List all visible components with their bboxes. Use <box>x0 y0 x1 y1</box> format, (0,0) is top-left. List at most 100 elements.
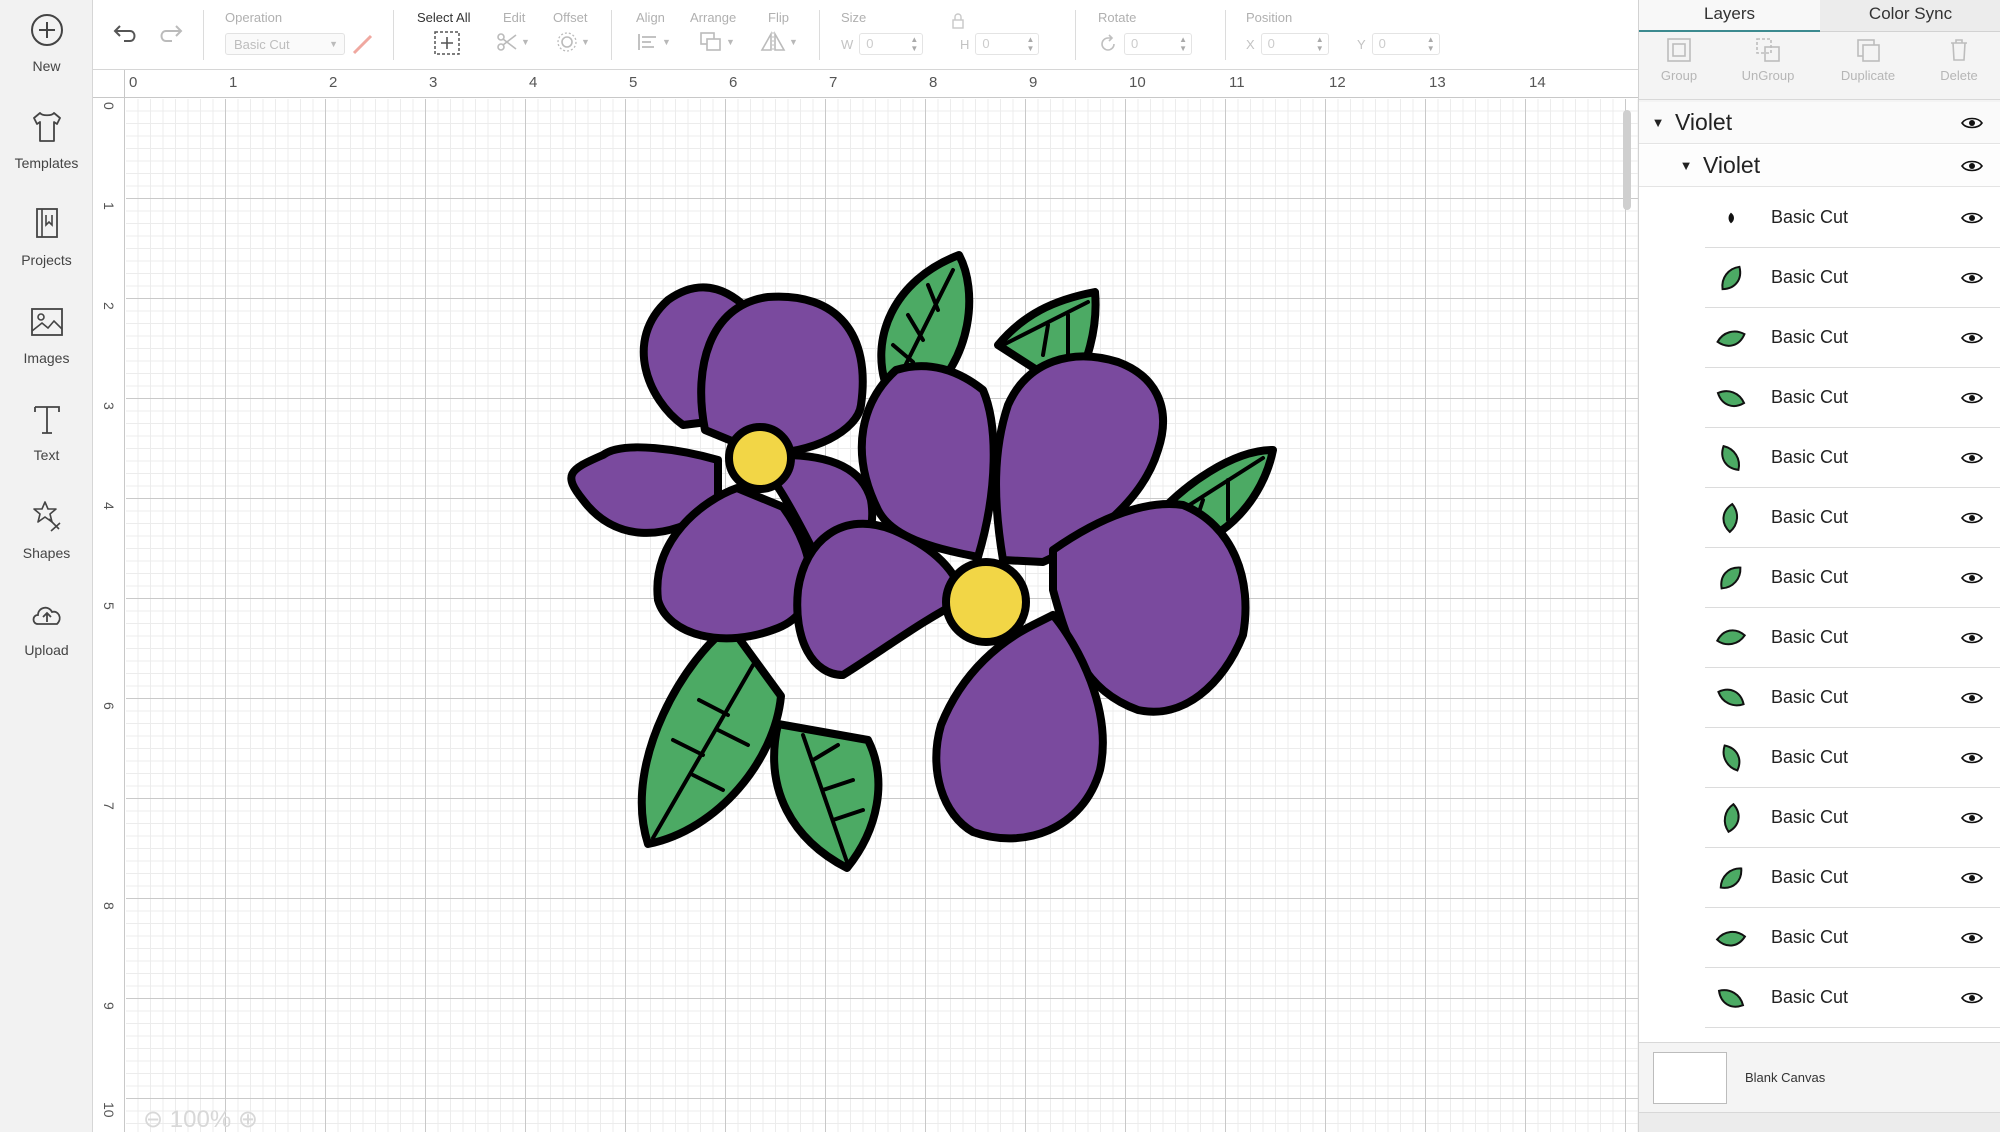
layer-row[interactable]: Basic Cut <box>1705 908 2000 968</box>
eye-icon[interactable] <box>1961 331 1983 345</box>
eye-icon[interactable] <box>1961 271 1983 285</box>
eye-icon[interactable] <box>1961 991 1983 1005</box>
layer-row[interactable]: Basic Cut <box>1705 848 2000 908</box>
duplicate-icon <box>1857 39 1880 62</box>
chevron-down-icon: ▼ <box>789 37 798 47</box>
layer-row[interactable]: Basic Cut <box>1705 668 2000 728</box>
design-canvas[interactable]: 0 1 2 3 4 5 6 7 8 9 10 11 12 13 14 0 1 2 3 4 5 6 7 8 9 10 <box>93 70 1638 1132</box>
eye-icon[interactable] <box>1961 631 1983 645</box>
eye-icon[interactable] <box>1961 116 1983 130</box>
eye-icon[interactable] <box>1961 511 1983 525</box>
eye-icon[interactable] <box>1961 931 1983 945</box>
tshirt-icon <box>32 112 61 142</box>
position-y-field[interactable]: Y 0 ▲ ▼ <box>1357 33 1440 55</box>
tab-color-sync[interactable]: Color Sync <box>1820 0 2000 32</box>
zoom-out-icon[interactable]: ⊖ <box>143 1106 163 1132</box>
rotate-field[interactable]: 0 ▲ ▼ <box>1098 33 1192 55</box>
layer-thumbnail-icon <box>1711 498 1751 538</box>
edit-button[interactable]: ▼ <box>495 30 530 54</box>
eye-icon[interactable] <box>1961 811 1983 825</box>
blank-canvas-label: Blank Canvas <box>1745 1070 1826 1085</box>
size-height-field[interactable]: H 0 ▲ ▼ <box>960 33 1040 55</box>
size-width-value: 0 <box>866 36 874 51</box>
size-width-field[interactable]: W 0 ▲ ▼ <box>841 33 924 55</box>
sidebar-item-images[interactable]: Images <box>0 302 93 392</box>
spinner-icon[interactable]: ▲ ▼ <box>1316 35 1324 53</box>
offset-label: Offset <box>553 10 588 25</box>
eye-icon[interactable] <box>1961 451 1983 465</box>
redo-icon <box>160 25 183 42</box>
layer-row[interactable]: Basic Cut <box>1705 368 2000 428</box>
eye-icon[interactable] <box>1961 751 1983 765</box>
redo-button[interactable] <box>155 18 185 48</box>
leaf-bottom-left[interactable] <box>637 622 785 848</box>
layer-row[interactable]: Basic Cut <box>1705 308 2000 368</box>
eye-icon[interactable] <box>1961 691 1983 705</box>
layer-row[interactable]: Basic Cut <box>1705 548 2000 608</box>
layer-row[interactable]: Basic Cut <box>1705 248 2000 308</box>
layer-row[interactable]: Basic Cut <box>1705 188 2000 248</box>
edit-label: Edit <box>503 10 526 25</box>
zoom-control[interactable]: ⊖ 100% ⊕ <box>143 1105 258 1132</box>
operation-select[interactable]: Basic Cut ▼ <box>225 33 345 55</box>
undo-button[interactable] <box>111 18 141 48</box>
chevron-down-icon: ▼ <box>581 37 590 47</box>
sidebar-item-upload[interactable]: Upload <box>0 594 93 684</box>
layer-subgroup-violet[interactable]: ▼ Violet <box>1639 145 2000 187</box>
layer-name: Basic Cut <box>1771 867 1849 887</box>
spinner-icon[interactable]: ▲ ▼ <box>1179 35 1187 53</box>
chevron-down-icon: ▼ <box>726 37 735 47</box>
delete-button[interactable]: Delete <box>1919 36 1999 83</box>
vertical-scrollbar[interactable] <box>1623 110 1631 210</box>
flip-button[interactable]: ▼ <box>759 30 798 54</box>
spinner-icon[interactable]: ▲ ▼ <box>910 35 918 53</box>
panel-actions: Group UnGroup Duplicate Delete <box>1639 32 2000 100</box>
group-button[interactable]: Group <box>1639 36 1719 83</box>
layer-thumbnail-icon <box>1711 978 1751 1018</box>
sidebar-item-shapes[interactable]: Shapes <box>0 497 93 587</box>
layer-group-violet[interactable]: ▼ Violet <box>1639 102 2000 144</box>
blank-canvas-swatch[interactable] <box>1653 1051 1727 1104</box>
sidebar-item-projects[interactable]: Projects <box>0 204 93 294</box>
arrange-button[interactable]: ▼ <box>698 30 735 54</box>
layer-name: Basic Cut <box>1771 987 1849 1007</box>
caret-down-icon[interactable]: ▼ <box>1649 115 1667 130</box>
sidebar-item-text[interactable]: Text <box>0 399 93 489</box>
eye-icon[interactable] <box>1961 211 1983 225</box>
pen-color-button[interactable] <box>351 32 375 56</box>
violet-artwork[interactable] <box>93 70 1638 1132</box>
caret-down-icon[interactable]: ▼ <box>1677 158 1695 173</box>
layer-row[interactable]: Basic Cut <box>1705 608 2000 668</box>
spinner-icon[interactable]: ▲ ▼ <box>1026 35 1034 53</box>
layer-name: Basic Cut <box>1771 447 1849 467</box>
select-all-button[interactable] <box>433 30 461 56</box>
zoom-in-icon[interactable]: ⊕ <box>238 1106 258 1132</box>
eye-icon[interactable] <box>1961 571 1983 585</box>
duplicate-button[interactable]: Duplicate <box>1828 36 1908 83</box>
blank-canvas-row[interactable]: Blank Canvas <box>1639 1042 2000 1112</box>
leaf-bottom[interactable] <box>770 720 883 872</box>
align-button[interactable]: ▼ <box>636 30 671 54</box>
eye-icon[interactable] <box>1961 871 1983 885</box>
chevron-down-icon: ▼ <box>329 39 338 49</box>
offset-button[interactable]: ▼ <box>555 30 590 54</box>
eye-icon[interactable] <box>1961 159 1983 173</box>
layer-row[interactable]: Basic Cut <box>1705 428 2000 488</box>
layer-row[interactable]: Basic Cut <box>1705 728 2000 788</box>
arrange-label: Arrange <box>690 10 737 25</box>
cloud-upload-icon <box>32 606 61 625</box>
sidebar-item-new[interactable]: New <box>0 10 93 100</box>
rotate-icon <box>1101 34 1115 51</box>
lock-aspect-button[interactable] <box>950 12 966 30</box>
tab-layers[interactable]: Layers <box>1639 0 1820 32</box>
layer-row[interactable]: Basic Cut <box>1705 488 2000 548</box>
eye-icon[interactable] <box>1961 391 1983 405</box>
layer-row[interactable]: Basic Cut <box>1705 788 2000 848</box>
layer-thumbnail-icon <box>1711 798 1751 838</box>
layer-thumbnail-icon <box>1711 918 1751 958</box>
ungroup-button[interactable]: UnGroup <box>1728 36 1808 83</box>
position-x-field[interactable]: X 0 ▲ ▼ <box>1246 33 1329 55</box>
sidebar-item-templates[interactable]: Templates <box>0 107 93 197</box>
layer-row[interactable]: Basic Cut <box>1705 968 2000 1028</box>
spinner-icon[interactable]: ▲ ▼ <box>1427 35 1435 53</box>
